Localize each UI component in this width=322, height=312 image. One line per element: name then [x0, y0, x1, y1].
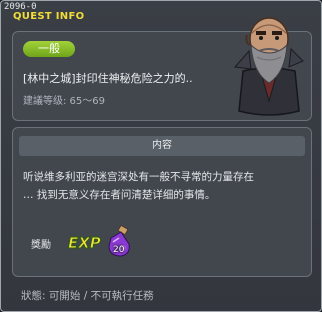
description-line: … 找到无意义存在者问清楚详细的事情。 [23, 189, 216, 201]
quest-recommended-level: 建議等级: 65～69 [23, 96, 105, 107]
quest-info-window: 2096-0 QUEST INFO 一般 [林中之城]封印住神秘危险之力的.. … [0, 0, 322, 312]
reward-label: 獎勵 [31, 240, 51, 251]
description-line: 听说维多利亚的迷宫深处有一般不寻常的力量存在 [23, 171, 254, 183]
window-title: QUEST INFO [13, 11, 85, 22]
svg-text:EXP: EXP [68, 234, 101, 252]
quest-description-panel: 内容 听说维多利亚的迷宫深处有一般不寻常的力量存在 … 找到无意义存在者问清楚详… [12, 127, 312, 277]
quest-status: 狀態: 可開始 / 不可執行任務 [21, 290, 154, 302]
reward-quantity: 20 [113, 245, 125, 255]
description-header: 内容 [19, 136, 305, 156]
quest-title: [林中之城]封印住神秘危险之力的.. [23, 72, 193, 85]
npc-portrait-icon [234, 17, 304, 116]
quest-category-badge: 一般 [23, 41, 75, 57]
description-text: 听说维多利亚的迷宫深处有一般不寻常的力量存在 … 找到无意义存在者问清楚详细的事… [23, 168, 305, 204]
